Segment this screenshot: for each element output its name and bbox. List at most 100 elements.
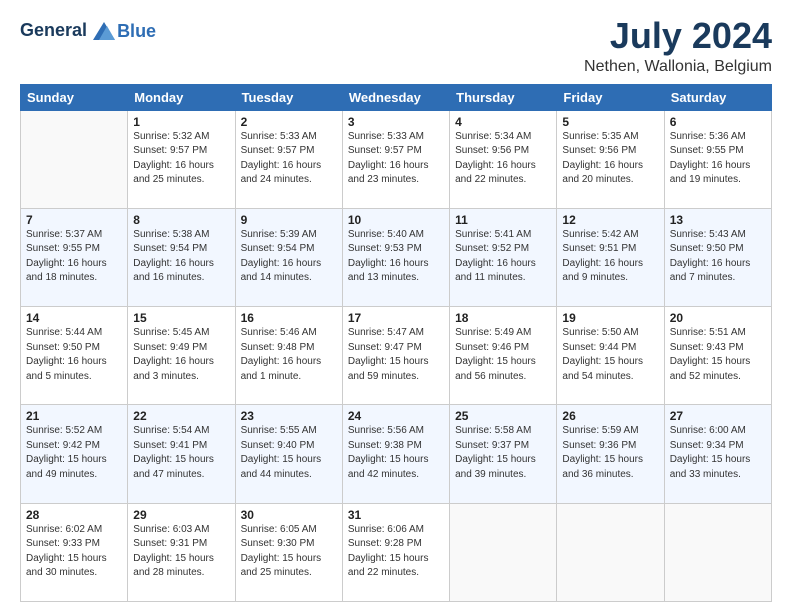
day-cell: 4Sunrise: 5:34 AM Sunset: 9:56 PM Daylig…	[450, 110, 557, 208]
day-cell: 3Sunrise: 5:33 AM Sunset: 9:57 PM Daylig…	[342, 110, 449, 208]
col-sunday: Sunday	[21, 84, 128, 110]
day-info: Sunrise: 5:51 AM Sunset: 9:43 PM Dayligh…	[670, 326, 766, 384]
day-number: 24	[348, 409, 444, 423]
day-number: 25	[455, 409, 551, 423]
day-cell: 26Sunrise: 5:59 AM Sunset: 9:36 PM Dayli…	[557, 405, 664, 503]
day-info: Sunrise: 5:59 AM Sunset: 9:36 PM Dayligh…	[562, 424, 658, 482]
day-number: 8	[133, 213, 229, 227]
day-number: 10	[348, 213, 444, 227]
day-number: 6	[670, 115, 766, 129]
day-cell: 19Sunrise: 5:50 AM Sunset: 9:44 PM Dayli…	[557, 307, 664, 405]
day-cell: 28Sunrise: 6:02 AM Sunset: 9:33 PM Dayli…	[21, 503, 128, 601]
week-row-4: 21Sunrise: 5:52 AM Sunset: 9:42 PM Dayli…	[21, 405, 772, 503]
day-number: 21	[26, 409, 122, 423]
col-thursday: Thursday	[450, 84, 557, 110]
day-info: Sunrise: 5:54 AM Sunset: 9:41 PM Dayligh…	[133, 424, 229, 482]
day-cell: 6Sunrise: 5:36 AM Sunset: 9:55 PM Daylig…	[664, 110, 771, 208]
day-number: 23	[241, 409, 337, 423]
col-saturday: Saturday	[664, 84, 771, 110]
day-cell: 16Sunrise: 5:46 AM Sunset: 9:48 PM Dayli…	[235, 307, 342, 405]
day-cell: 31Sunrise: 6:06 AM Sunset: 9:28 PM Dayli…	[342, 503, 449, 601]
day-cell	[450, 503, 557, 601]
day-number: 18	[455, 311, 551, 325]
col-wednesday: Wednesday	[342, 84, 449, 110]
day-number: 14	[26, 311, 122, 325]
day-info: Sunrise: 5:45 AM Sunset: 9:49 PM Dayligh…	[133, 326, 229, 384]
day-cell: 13Sunrise: 5:43 AM Sunset: 9:50 PM Dayli…	[664, 208, 771, 306]
day-number: 31	[348, 508, 444, 522]
title-block: July 2024 Nethen, Wallonia, Belgium	[584, 16, 772, 76]
day-number: 20	[670, 311, 766, 325]
day-info: Sunrise: 5:32 AM Sunset: 9:57 PM Dayligh…	[133, 130, 229, 188]
day-info: Sunrise: 5:47 AM Sunset: 9:47 PM Dayligh…	[348, 326, 444, 384]
logo-line1: General	[20, 20, 87, 40]
day-info: Sunrise: 5:39 AM Sunset: 9:54 PM Dayligh…	[241, 228, 337, 286]
day-info: Sunrise: 6:03 AM Sunset: 9:31 PM Dayligh…	[133, 523, 229, 581]
day-number: 17	[348, 311, 444, 325]
day-number: 12	[562, 213, 658, 227]
day-cell: 17Sunrise: 5:47 AM Sunset: 9:47 PM Dayli…	[342, 307, 449, 405]
col-monday: Monday	[128, 84, 235, 110]
day-cell: 1Sunrise: 5:32 AM Sunset: 9:57 PM Daylig…	[128, 110, 235, 208]
day-cell: 20Sunrise: 5:51 AM Sunset: 9:43 PM Dayli…	[664, 307, 771, 405]
subtitle: Nethen, Wallonia, Belgium	[584, 58, 772, 76]
logo-icon	[93, 22, 115, 40]
page: General Blue July 2024 Nethen, Wallonia,…	[0, 0, 792, 612]
day-cell	[557, 503, 664, 601]
day-number: 5	[562, 115, 658, 129]
day-cell: 5Sunrise: 5:35 AM Sunset: 9:56 PM Daylig…	[557, 110, 664, 208]
day-info: Sunrise: 6:06 AM Sunset: 9:28 PM Dayligh…	[348, 523, 444, 581]
day-info: Sunrise: 6:02 AM Sunset: 9:33 PM Dayligh…	[26, 523, 122, 581]
header-row: Sunday Monday Tuesday Wednesday Thursday…	[21, 84, 772, 110]
day-info: Sunrise: 6:05 AM Sunset: 9:30 PM Dayligh…	[241, 523, 337, 581]
day-cell: 2Sunrise: 5:33 AM Sunset: 9:57 PM Daylig…	[235, 110, 342, 208]
day-info: Sunrise: 5:40 AM Sunset: 9:53 PM Dayligh…	[348, 228, 444, 286]
day-cell: 7Sunrise: 5:37 AM Sunset: 9:55 PM Daylig…	[21, 208, 128, 306]
week-row-2: 7Sunrise: 5:37 AM Sunset: 9:55 PM Daylig…	[21, 208, 772, 306]
day-info: Sunrise: 5:43 AM Sunset: 9:50 PM Dayligh…	[670, 228, 766, 286]
day-cell: 8Sunrise: 5:38 AM Sunset: 9:54 PM Daylig…	[128, 208, 235, 306]
day-cell: 25Sunrise: 5:58 AM Sunset: 9:37 PM Dayli…	[450, 405, 557, 503]
day-cell: 24Sunrise: 5:56 AM Sunset: 9:38 PM Dayli…	[342, 405, 449, 503]
week-row-5: 28Sunrise: 6:02 AM Sunset: 9:33 PM Dayli…	[21, 503, 772, 601]
day-cell: 22Sunrise: 5:54 AM Sunset: 9:41 PM Dayli…	[128, 405, 235, 503]
day-number: 4	[455, 115, 551, 129]
day-number: 29	[133, 508, 229, 522]
day-info: Sunrise: 5:33 AM Sunset: 9:57 PM Dayligh…	[241, 130, 337, 188]
day-info: Sunrise: 5:55 AM Sunset: 9:40 PM Dayligh…	[241, 424, 337, 482]
day-number: 19	[562, 311, 658, 325]
day-info: Sunrise: 5:56 AM Sunset: 9:38 PM Dayligh…	[348, 424, 444, 482]
day-info: Sunrise: 5:42 AM Sunset: 9:51 PM Dayligh…	[562, 228, 658, 286]
day-number: 1	[133, 115, 229, 129]
day-number: 13	[670, 213, 766, 227]
day-info: Sunrise: 5:46 AM Sunset: 9:48 PM Dayligh…	[241, 326, 337, 384]
logo-line2: Blue	[117, 21, 156, 41]
day-cell: 21Sunrise: 5:52 AM Sunset: 9:42 PM Dayli…	[21, 405, 128, 503]
day-cell: 9Sunrise: 5:39 AM Sunset: 9:54 PM Daylig…	[235, 208, 342, 306]
day-number: 27	[670, 409, 766, 423]
day-info: Sunrise: 5:49 AM Sunset: 9:46 PM Dayligh…	[455, 326, 551, 384]
week-row-1: 1Sunrise: 5:32 AM Sunset: 9:57 PM Daylig…	[21, 110, 772, 208]
calendar-table: Sunday Monday Tuesday Wednesday Thursday…	[20, 84, 772, 602]
day-number: 22	[133, 409, 229, 423]
day-cell	[664, 503, 771, 601]
day-cell: 11Sunrise: 5:41 AM Sunset: 9:52 PM Dayli…	[450, 208, 557, 306]
day-info: Sunrise: 5:41 AM Sunset: 9:52 PM Dayligh…	[455, 228, 551, 286]
day-info: Sunrise: 5:34 AM Sunset: 9:56 PM Dayligh…	[455, 130, 551, 188]
day-info: Sunrise: 5:35 AM Sunset: 9:56 PM Dayligh…	[562, 130, 658, 188]
main-title: July 2024	[584, 16, 772, 56]
day-number: 26	[562, 409, 658, 423]
week-row-3: 14Sunrise: 5:44 AM Sunset: 9:50 PM Dayli…	[21, 307, 772, 405]
day-number: 2	[241, 115, 337, 129]
day-cell: 18Sunrise: 5:49 AM Sunset: 9:46 PM Dayli…	[450, 307, 557, 405]
day-number: 9	[241, 213, 337, 227]
day-info: Sunrise: 5:36 AM Sunset: 9:55 PM Dayligh…	[670, 130, 766, 188]
day-info: Sunrise: 5:33 AM Sunset: 9:57 PM Dayligh…	[348, 130, 444, 188]
day-number: 3	[348, 115, 444, 129]
day-info: Sunrise: 5:52 AM Sunset: 9:42 PM Dayligh…	[26, 424, 122, 482]
header: General Blue July 2024 Nethen, Wallonia,…	[20, 16, 772, 76]
day-info: Sunrise: 5:37 AM Sunset: 9:55 PM Dayligh…	[26, 228, 122, 286]
col-tuesday: Tuesday	[235, 84, 342, 110]
day-cell: 14Sunrise: 5:44 AM Sunset: 9:50 PM Dayli…	[21, 307, 128, 405]
day-cell: 30Sunrise: 6:05 AM Sunset: 9:30 PM Dayli…	[235, 503, 342, 601]
